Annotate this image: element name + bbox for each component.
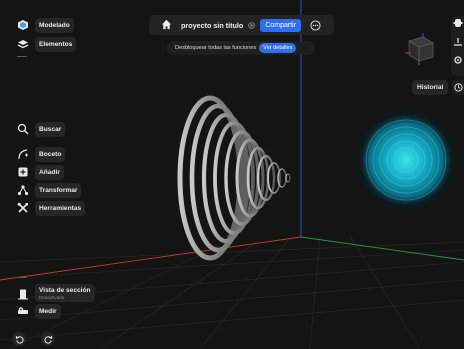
project-title-bar: proyecto sin título Compartir <box>149 15 334 35</box>
buscar-button[interactable]: Buscar <box>35 122 66 137</box>
settings-icon[interactable] <box>452 17 464 29</box>
project-title[interactable]: proyecto sin título <box>181 21 243 30</box>
transform-nodes-icon[interactable] <box>15 182 31 198</box>
gear-small-icon[interactable] <box>452 54 464 66</box>
layers-hex-icon[interactable] <box>15 17 31 33</box>
anadir-button[interactable]: Añadir <box>35 165 64 180</box>
redo-icon[interactable] <box>41 332 55 346</box>
section-view-button[interactable]: Vista de sección Desactivado <box>35 284 95 302</box>
glowing-disc-model[interactable] <box>356 110 456 210</box>
sliders-icon[interactable] <box>452 36 464 48</box>
unlock-banner: Desbloquear todas las funciones Ver deta… <box>167 41 315 55</box>
section-view-label: Vista de sección <box>39 287 91 294</box>
medir-button[interactable]: Medir <box>35 304 61 319</box>
search-icon[interactable] <box>15 121 31 137</box>
cloud-status-icon <box>248 21 256 29</box>
details-button[interactable]: Ver detalles <box>259 43 297 53</box>
view-cube[interactable] <box>405 33 434 65</box>
axis-x-red <box>0 236 302 281</box>
section-view-status: Desactivado <box>39 295 65 300</box>
clock-icon[interactable] <box>452 80 464 95</box>
undo-icon[interactable] <box>12 332 26 346</box>
app-window: Modelado Elementos Buscar Boceto Añadir … <box>0 0 464 349</box>
share-button[interactable]: Compartir <box>260 18 302 32</box>
elementos-button[interactable]: Elementos <box>35 37 77 52</box>
boceto-button[interactable]: Boceto <box>35 147 66 162</box>
transformar-button[interactable]: Transformar <box>35 183 82 198</box>
add-box-icon[interactable] <box>15 164 31 180</box>
stack-icon[interactable] <box>15 36 31 52</box>
history-button[interactable]: Historial <box>412 80 449 95</box>
axis-y-green <box>300 236 464 261</box>
measure-icon[interactable] <box>15 303 31 319</box>
more-options-icon[interactable] <box>310 19 321 31</box>
divider <box>17 56 27 57</box>
section-view-icon[interactable] <box>15 286 31 302</box>
home-icon[interactable] <box>161 19 173 31</box>
divider <box>17 277 27 278</box>
modelado-button[interactable]: Modelado <box>35 18 74 33</box>
tools-icon[interactable] <box>15 200 31 216</box>
herramientas-button[interactable]: Herramientas <box>35 201 86 216</box>
unlock-text: Desbloquear todas las funciones <box>175 45 257 51</box>
spiral-cone-model[interactable] <box>177 95 291 261</box>
sketch-curve-icon[interactable] <box>15 146 31 162</box>
